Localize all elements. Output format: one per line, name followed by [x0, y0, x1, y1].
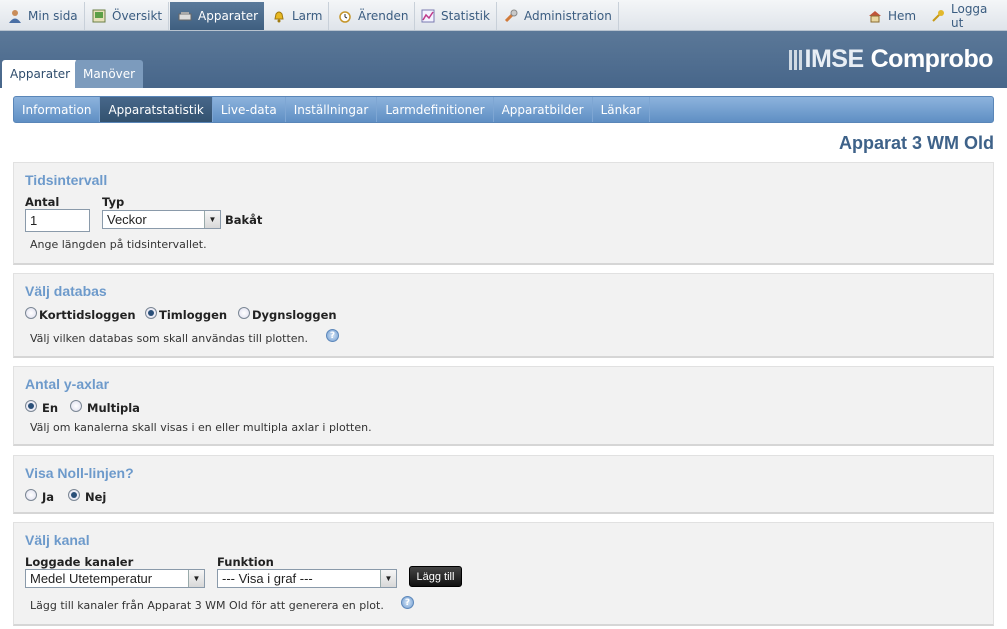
panel-heading: Välj kanal [25, 532, 90, 548]
radio-korttidsloggen[interactable] [25, 307, 37, 319]
nav-label: Larm [292, 9, 323, 23]
header-band: IMSE Comprobo [0, 31, 1007, 88]
chevron-down-icon: ▼ [380, 570, 396, 587]
nav-min-sida[interactable]: Min sida [0, 2, 85, 30]
imse-comprobo-logo: IMSE Comprobo [788, 45, 994, 74]
typ-select-value: Veckor [107, 212, 147, 227]
nav-label: Ärenden [358, 9, 409, 23]
radio-en[interactable] [25, 400, 37, 412]
panel-valj-databas: Välj databas Korttidsloggen Timloggen Dy… [13, 273, 994, 358]
device-icon [178, 9, 192, 23]
nav-statistik[interactable]: Statistik [413, 2, 497, 30]
panel-heading: Visa Noll-linjen? [25, 465, 134, 481]
nav-label: Apparater [198, 9, 259, 23]
panel-heading: Antal y-axlar [25, 376, 110, 392]
subtab-larmdefinitioner[interactable]: Larmdefinitioner [377, 97, 494, 122]
typ-label: Typ [102, 195, 125, 209]
user-icon [8, 9, 22, 23]
wrench-icon [504, 9, 518, 23]
multipla-label: Multipla [87, 401, 140, 415]
subtab-apparatstatistik[interactable]: Apparatstatistik [100, 97, 213, 122]
logo-bars-icon [788, 49, 802, 70]
sub-tab-bar: Information Apparatstatistik Live-data I… [13, 96, 994, 123]
nav-logga-ut[interactable]: Logga ut [923, 2, 1007, 30]
panel-heading: Välj databas [25, 283, 107, 299]
panel-heading: Tidsintervall [25, 172, 108, 188]
nav-label: Min sida [28, 9, 78, 23]
timloggen-label: Timloggen [159, 308, 228, 322]
radio-dygnsloggen[interactable] [238, 307, 250, 319]
nav-oversikt[interactable]: Översikt [84, 2, 170, 30]
overview-icon [92, 9, 106, 23]
nav-label: Administration [524, 9, 612, 23]
subtab-installningar[interactable]: Inställningar [286, 97, 378, 122]
nav-arenden[interactable]: Ärenden [330, 2, 416, 30]
subtab-lankar[interactable]: Länkar [593, 97, 651, 122]
loggade-select-value: Medel Utetemperatur [30, 571, 153, 586]
panel-visa-noll-linjen: Visa Noll-linjen? Ja Nej [13, 455, 994, 514]
top-nav: Min sida Översikt Apparater Larm Ärenden… [0, 0, 1007, 31]
loggade-kanaler-select[interactable]: Medel Utetemperatur ▼ [25, 569, 205, 588]
panel-tidsintervall: Tidsintervall Antal 1 Typ Veckor ▼ Bakåt… [13, 162, 994, 265]
korttidsloggen-label: Korttidsloggen [39, 308, 136, 322]
chart-icon [421, 9, 435, 23]
funktion-select[interactable]: --- Visa i graf --- ▼ [217, 569, 397, 588]
radio-multipla[interactable] [70, 400, 82, 412]
tab-apparater[interactable]: Apparater [2, 60, 79, 88]
chevron-down-icon: ▼ [204, 211, 220, 228]
nav-label: Statistik [441, 9, 490, 23]
bakat-label: Bakåt [225, 213, 263, 227]
help-icon[interactable]: ? [326, 329, 339, 342]
radio-ja[interactable] [25, 489, 37, 501]
databas-hint: Välj vilken databas som skall användas t… [30, 332, 309, 345]
panel-antal-y-axlar: Antal y-axlar En Multipla Välj om kanale… [13, 366, 994, 446]
help-icon[interactable]: ? [401, 596, 414, 609]
logo-imse: IMSE [804, 45, 865, 73]
subtab-information[interactable]: Information [14, 97, 101, 122]
alarm-clock-icon [338, 9, 352, 23]
chevron-down-icon: ▼ [188, 570, 204, 587]
funktion-select-value: --- Visa i graf --- [222, 571, 313, 586]
key-icon [931, 9, 945, 23]
en-label: En [42, 401, 59, 415]
dygnsloggen-label: Dygnsloggen [252, 308, 337, 322]
yaxlar-hint: Välj om kanalerna skall visas i en eller… [30, 421, 372, 434]
nav-administration[interactable]: Administration [496, 2, 619, 30]
antal-label: Antal [25, 195, 60, 209]
radio-timloggen[interactable] [145, 307, 157, 319]
subtab-live-data[interactable]: Live-data [213, 97, 286, 122]
loggade-kanaler-label: Loggade kanaler [25, 555, 134, 569]
logo-product: Comprobo [870, 45, 994, 73]
antal-input[interactable]: 1 [25, 209, 90, 232]
ja-label: Ja [42, 490, 55, 504]
tab-manover[interactable]: Manöver [75, 60, 144, 88]
nav-larm[interactable]: Larm [264, 2, 330, 30]
page-title: Apparat 3 WM Old [838, 133, 994, 153]
nav-apparater[interactable]: Apparater [170, 2, 265, 30]
nav-label: Hem [888, 9, 917, 23]
home-icon [868, 9, 882, 23]
alarm-bell-icon [272, 9, 286, 23]
tidsintervall-hint: Ange längden på tidsintervallet. [30, 238, 207, 251]
radio-nej[interactable] [68, 489, 80, 501]
funktion-label: Funktion [217, 555, 274, 569]
subtab-apparatbilder[interactable]: Apparatbilder [494, 97, 593, 122]
nej-label: Nej [85, 490, 107, 504]
lagg-till-button[interactable]: Lägg till [409, 566, 462, 587]
nav-label: Logga ut [951, 2, 988, 30]
nav-label: Översikt [112, 9, 163, 23]
kanal-hint: Lägg till kanaler från Apparat 3 WM Old … [30, 599, 384, 612]
typ-select[interactable]: Veckor ▼ [102, 210, 221, 229]
nav-hem[interactable]: Hem [860, 2, 922, 30]
panel-valj-kanal: Välj kanal Loggade kanaler Medel Utetemp… [13, 522, 994, 626]
